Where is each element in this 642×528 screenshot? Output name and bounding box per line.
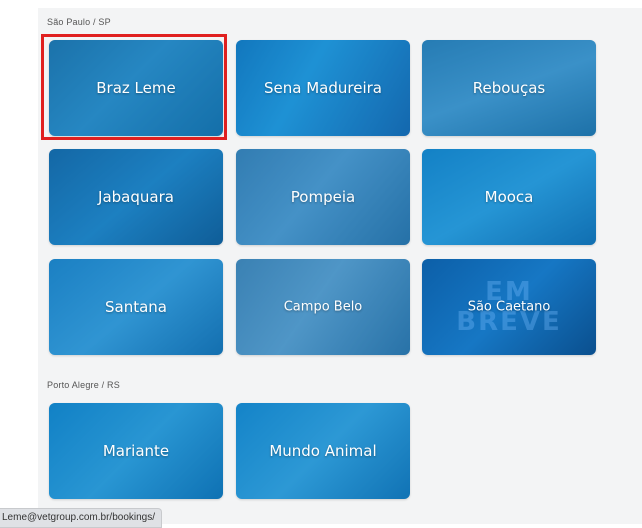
unit-card-braz-leme[interactable]: Braz Leme (49, 40, 223, 136)
unit-card-label: Mariante (102, 442, 170, 460)
unit-card-label: Pompeia (290, 188, 356, 206)
unit-card-pompeia[interactable]: Pompeia (236, 149, 410, 245)
section-label-sao-paulo: São Paulo / SP (47, 17, 111, 27)
unit-card-label: Sena Madureira (264, 79, 382, 97)
unit-card-mooca[interactable]: Mooca (422, 149, 596, 245)
unit-card-mariante[interactable]: Mariante (49, 403, 223, 499)
unit-card-jabaquara[interactable]: Jabaquara (49, 149, 223, 245)
unit-card-sena-madureira[interactable]: Sena Madureira (236, 40, 410, 136)
status-bar-url: Leme@vetgroup.com.br/bookings/ (0, 508, 163, 528)
unit-card-santana[interactable]: Santana (49, 259, 223, 355)
unit-card-label: Santana (105, 298, 167, 316)
unit-card-sao-caetano[interactable]: EM BREVE São Caetano (422, 259, 596, 355)
unit-card-label: São Caetano (467, 299, 551, 315)
unit-card-label: Jabaquara (98, 188, 174, 206)
unit-card-label: Braz Leme (96, 79, 176, 97)
section-label-porto-alegre: Porto Alegre / RS (47, 380, 120, 390)
unit-card-campo-belo[interactable]: Campo Belo (236, 259, 410, 355)
unit-card-label: Rebouças (472, 79, 546, 97)
unit-card-label: Mooca (484, 188, 534, 206)
unit-card-reboucas[interactable]: Rebouças (422, 40, 596, 136)
unit-card-label: Mundo Animal (269, 442, 377, 460)
unit-card-mundo-animal[interactable]: Mundo Animal (236, 403, 410, 499)
unit-card-label: Campo Belo (283, 299, 363, 315)
